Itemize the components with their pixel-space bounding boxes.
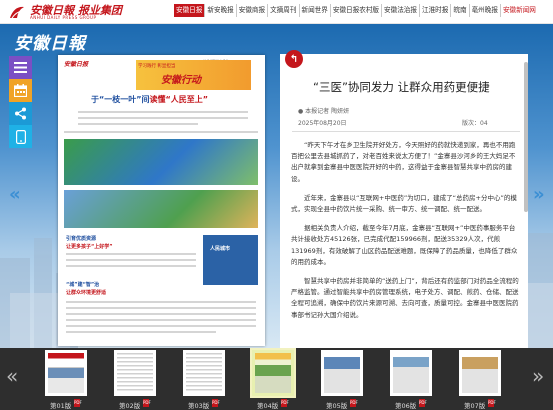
- article-paragraph: 据相关负责人介绍，截至今年7月底，金寨县“互联网+”中医药事服务平台共计接收处方…: [291, 224, 518, 266]
- article-author: ● 本报记者 陶妍妍: [298, 108, 350, 115]
- pdf-icon[interactable]: PDF: [143, 399, 151, 407]
- text-line: [66, 331, 216, 333]
- thumbnail-label[interactable]: 第05版: [326, 400, 347, 410]
- text-line: [66, 313, 256, 315]
- text-line: [78, 117, 248, 119]
- thumbnail-page-02[interactable]: [114, 350, 156, 396]
- text-line: [66, 325, 256, 327]
- nav-jianghuai-times[interactable]: 江淮时报: [420, 4, 452, 17]
- thumbnail-label[interactable]: 第02版: [119, 400, 140, 410]
- paper-headline[interactable]: 于“一枝一叶”间读懂“人民至上”: [91, 94, 208, 105]
- nav-anhui-business[interactable]: 安徽商报: [237, 4, 269, 17]
- text-line: [66, 259, 196, 261]
- pdf-icon[interactable]: PDF: [419, 399, 427, 407]
- nav-digest-weekly[interactable]: 文摘周刊: [268, 4, 300, 17]
- share-button[interactable]: [9, 102, 32, 125]
- mobile-button[interactable]: [9, 125, 32, 148]
- paper-section-1[interactable]: 引育优质资源: [66, 235, 96, 242]
- article-body: “昨天下午才在乡卫生院开好处方，今天照好的药就快递到家，再也不用跑百把公里去县城…: [291, 140, 521, 329]
- paper-section-1b[interactable]: 让更多孩子“上好学”: [66, 243, 113, 250]
- top-bar: 安徽日報 报业集团 ANHUI DAILY PRESS GROUP 安徽日报 新…: [0, 0, 553, 24]
- logo-subtitle: ANHUI DAILY PRESS GROUP: [30, 15, 97, 20]
- pdf-icon[interactable]: PDF: [350, 399, 358, 407]
- text-line: [66, 265, 196, 267]
- thumbnail-label[interactable]: 第06版: [395, 400, 416, 410]
- prev-page-arrow[interactable]: «: [9, 184, 21, 205]
- share-icon: [15, 107, 26, 120]
- thumbnail-label[interactable]: 第01版: [50, 400, 71, 410]
- menu-icon: [14, 62, 27, 73]
- nav-anhui-news-net[interactable]: 安徽新闻网: [501, 4, 538, 17]
- paper-banner-small: 学习践行 彰显担当: [138, 64, 176, 69]
- thumbnail-label[interactable]: 第03版: [188, 400, 209, 410]
- text-line: [78, 123, 198, 125]
- paper-side-label: 人民城市: [210, 246, 231, 252]
- paper-section-2b[interactable]: 让群众环境更舒适: [66, 289, 106, 296]
- nav-legal-daily[interactable]: 安徽法治报: [382, 4, 420, 17]
- menu-button[interactable]: [9, 56, 32, 79]
- pdf-icon[interactable]: PDF: [281, 399, 289, 407]
- article-title: “三医”协同发力 让群众用药更便捷: [313, 80, 490, 94]
- nav-xinan-evening[interactable]: 新安晚报: [205, 4, 237, 17]
- pdf-icon[interactable]: PDF: [488, 399, 496, 407]
- newspaper-brand: 安徽日報: [14, 34, 86, 54]
- thumbnail-label[interactable]: 第04版: [257, 400, 278, 410]
- thumbnail-page-04[interactable]: [250, 348, 296, 398]
- thumbnail-page-03[interactable]: [183, 350, 225, 396]
- article-paragraph: 智慧共享中药房并非简单的“送药上门”，背后还有药监部门对药品全流程的严格监管。通…: [291, 277, 519, 319]
- nav-bozhou-evening[interactable]: 亳州晚报: [470, 4, 501, 17]
- paper-photo-sports[interactable]: [64, 190, 258, 228]
- publication-nav: 安徽日报 新安晚报 安徽商报 文摘周刊 新闻世界 安徽日报农村版 安徽法治报 江…: [174, 4, 538, 17]
- paper-banner-big: 安徽行动: [161, 75, 201, 86]
- text-line: [66, 301, 256, 303]
- text-line: [64, 131, 258, 133]
- paper-photo-children[interactable]: [64, 139, 258, 185]
- paper-masthead: 安徽日报: [64, 61, 89, 68]
- mobile-icon: [15, 129, 26, 144]
- article-edition: 版次：04: [462, 120, 488, 127]
- nav-wannan[interactable]: 皖南: [451, 4, 470, 17]
- paper-section-2[interactable]: “城”建“智”治: [66, 281, 99, 288]
- thumbnail-page-01[interactable]: [45, 350, 87, 396]
- text-line: [66, 319, 256, 321]
- paper-headline-part1: 于“一枝一叶”间: [91, 95, 150, 104]
- paper-headline-part2: 读懂“人民至上”: [149, 95, 209, 104]
- back-button[interactable]: ↰: [285, 50, 303, 68]
- article-divider: [292, 131, 520, 132]
- paper-banner: 学习践行 彰显担当 安徽行动: [136, 60, 251, 90]
- next-page-arrow[interactable]: »: [533, 184, 545, 205]
- thumbnail-page-05[interactable]: [321, 350, 363, 396]
- text-line: [66, 307, 256, 309]
- article-paragraph: “昨天下午才在乡卫生院开好处方，今天照好的药就快递到家，再也不用跑百把公里去县城…: [291, 141, 516, 183]
- article-paragraph: 近年来，金寨县以“互联网+中医药”为切口，建成了“总药房+分中心”的模式，实现全…: [291, 193, 517, 214]
- text-line: [66, 253, 196, 255]
- thumbnail-label[interactable]: 第07版: [464, 400, 485, 410]
- nav-anhui-daily[interactable]: 安徽日报: [174, 4, 206, 17]
- calendar-icon: [14, 84, 27, 97]
- thumbnail-page-07[interactable]: [459, 350, 501, 396]
- article-scrollbar[interactable]: [524, 62, 528, 212]
- nav-news-world[interactable]: 新闻世界: [300, 4, 331, 17]
- calendar-button[interactable]: [9, 79, 32, 102]
- nav-rural-edition[interactable]: 安徽日报农村版: [331, 4, 383, 17]
- thumbs-prev-arrow[interactable]: «: [6, 364, 18, 388]
- text-line: [78, 111, 248, 113]
- paper-side-box[interactable]: [203, 235, 258, 285]
- newspaper-page[interactable]: 安徽日报 特别报道 | 04 学习践行 彰显担当 安徽行动 于“一枝一叶”间读懂…: [58, 55, 265, 346]
- pdf-icon[interactable]: PDF: [74, 399, 82, 407]
- article-author-text: 本报记者 陶妍妍: [305, 108, 350, 115]
- pdf-icon[interactable]: PDF: [212, 399, 220, 407]
- article-date: 2025年08月20日: [298, 120, 347, 127]
- thumbs-next-arrow[interactable]: »: [532, 364, 544, 388]
- thumbnail-page-06[interactable]: [390, 350, 432, 396]
- emblem-icon: [10, 6, 24, 19]
